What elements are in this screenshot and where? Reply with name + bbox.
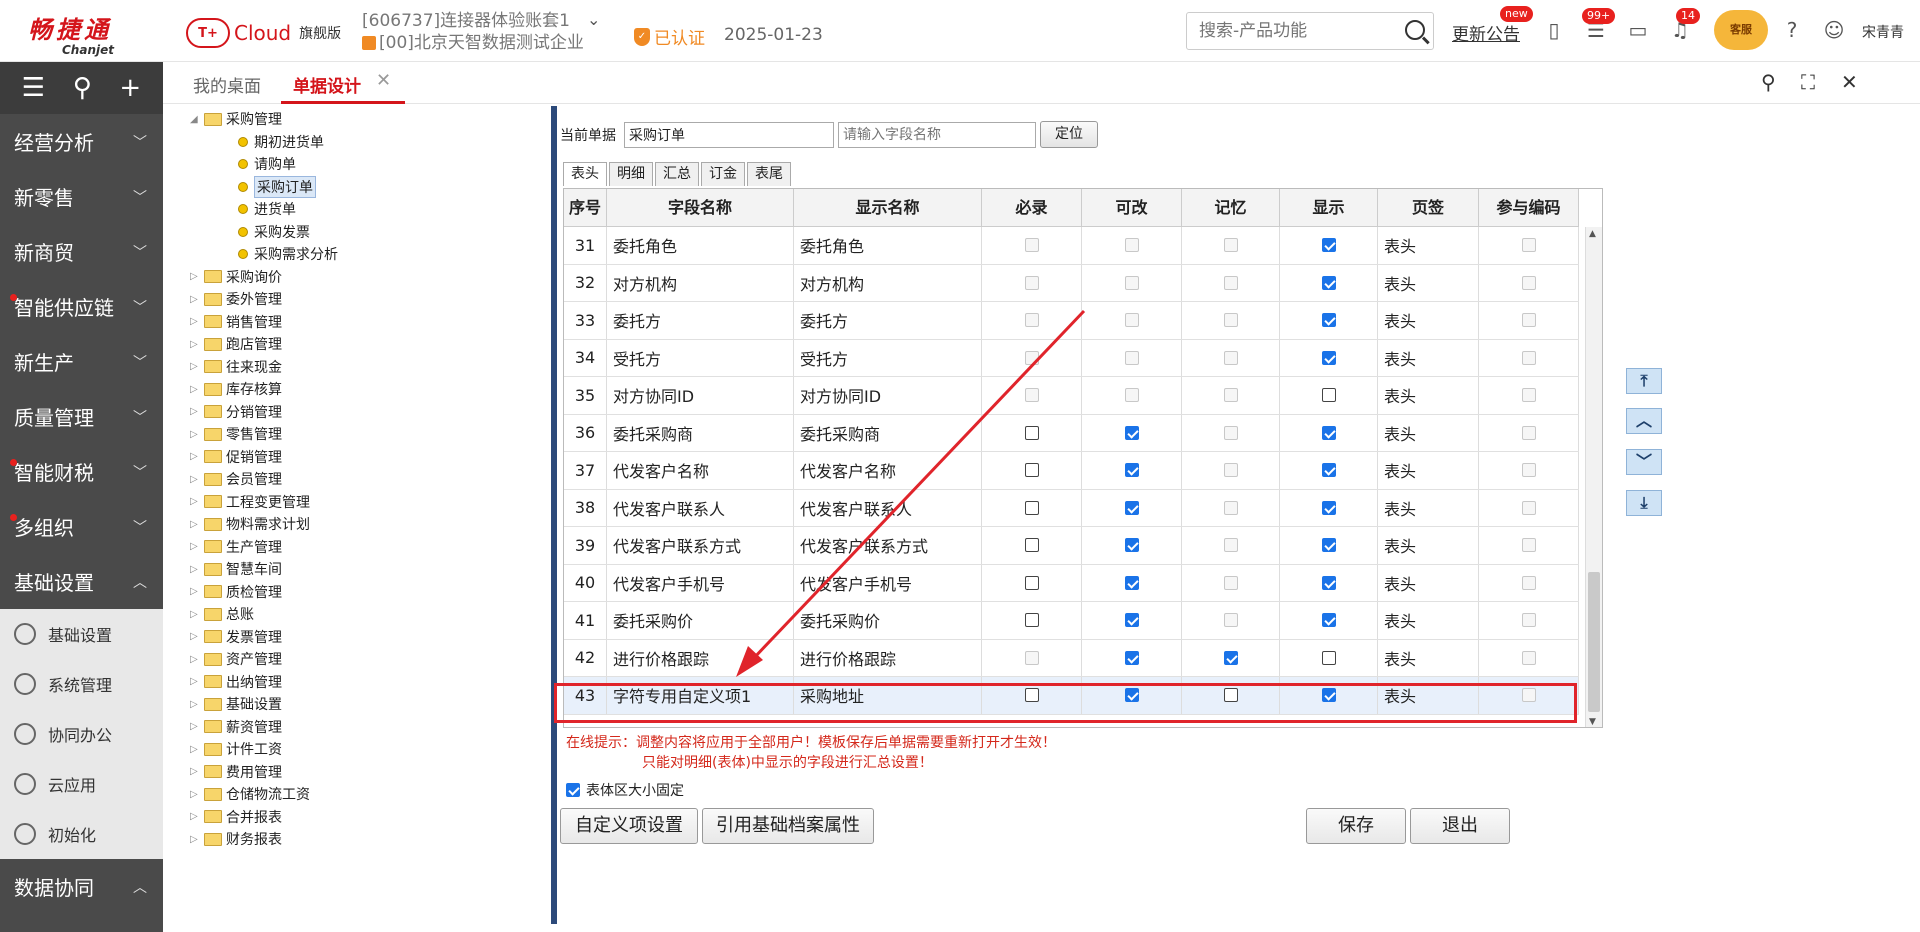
tip-line-1: 在线提示：调整内容将应用于全部用户！模板保存后单据需要重新打开才生效！	[566, 735, 1056, 751]
online-tips: 在线提示：调整内容将应用于全部用户！模板保存后单据需要重新打开才生效！ 只能对明…	[566, 733, 1056, 773]
fixed-size-checkbox[interactable]	[566, 783, 580, 797]
move-down-button[interactable]: ﹀	[1626, 449, 1662, 475]
move-up-button[interactable]: ︿	[1626, 408, 1662, 434]
save-button[interactable]: 保存	[1306, 808, 1406, 844]
reference-archive-button[interactable]: 引用基础档案属性	[702, 808, 874, 844]
move-bottom-button[interactable]: ⤓	[1626, 490, 1662, 516]
tip-line-2: 只能对明细(表体)中显示的字段进行汇总设置！	[642, 755, 933, 771]
fixed-size-option[interactable]: 表体区大小固定	[566, 780, 684, 800]
custom-field-settings-button[interactable]: 自定义项设置	[560, 808, 698, 844]
exit-button[interactable]: 退出	[1410, 808, 1510, 844]
move-top-button[interactable]: ⤒	[1626, 368, 1662, 394]
fixed-size-label: 表体区大小固定	[586, 783, 684, 799]
